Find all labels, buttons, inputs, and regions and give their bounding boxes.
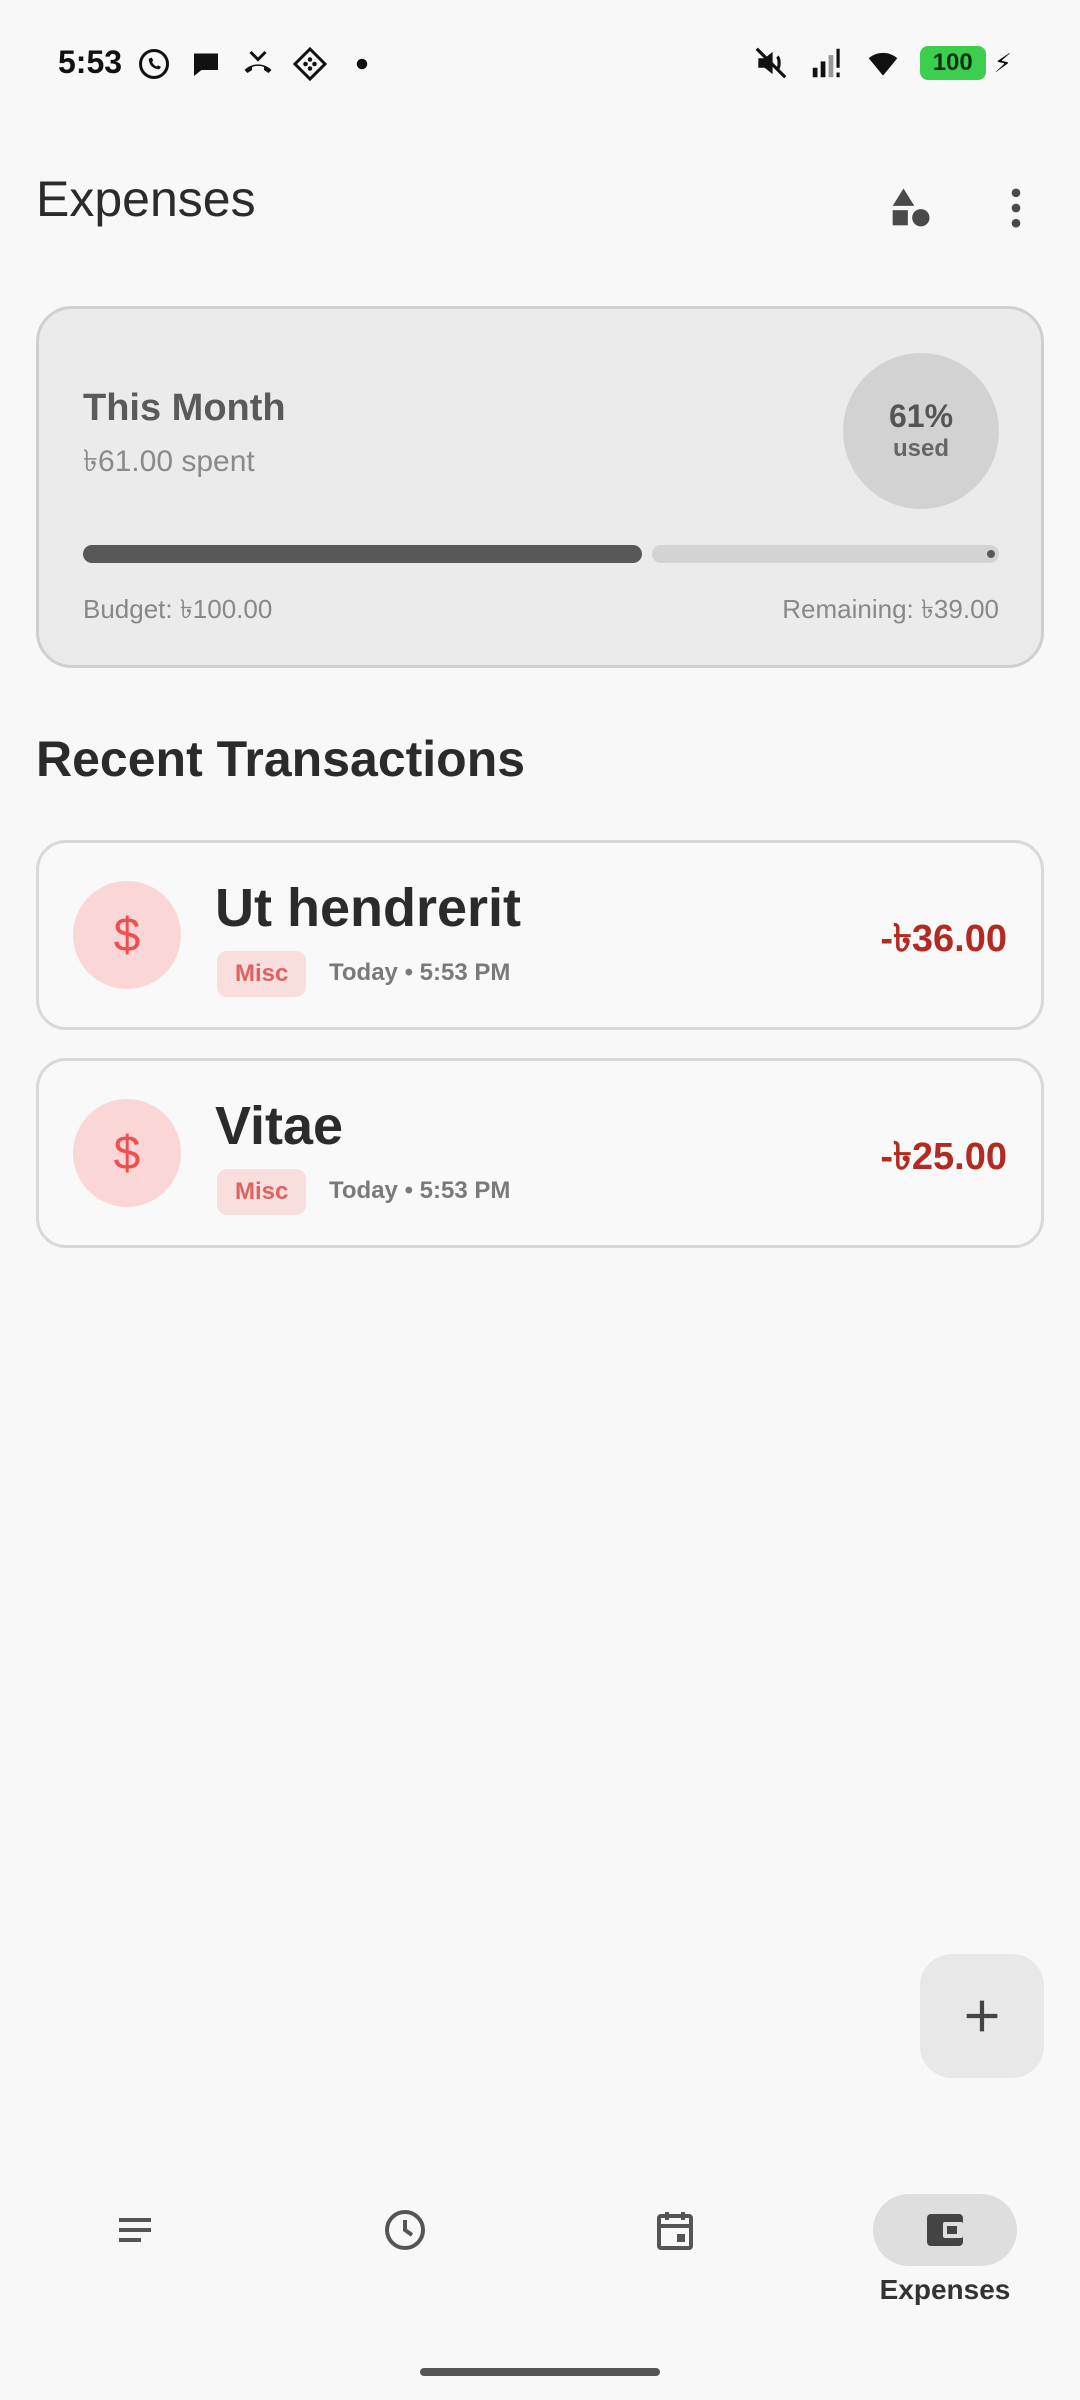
budget-usage-circle: 61% used [843,353,999,509]
mute-icon [755,47,787,79]
add-expense-button[interactable] [920,1954,1044,2078]
whatsapp-icon [139,49,169,79]
budget-remaining: Remaining: ৳39.00 [782,594,999,624]
system-icons: 100 ⚡ [752,44,1012,82]
budget-summary-card[interactable]: This Month ৳61.00 spent 61% used Budget:… [36,306,1044,668]
chat-bubble-icon [194,53,218,76]
nav-label-expenses: Expenses [879,2274,1011,2305]
nav-item-notes[interactable] [0,2170,270,2320]
category-tag: Misc [217,1169,307,1215]
nav-icon-container [63,2194,207,2266]
signal-icon [812,48,840,78]
notification-icons [136,46,380,82]
home-indicator[interactable] [420,2368,660,2376]
budget-percent-caption: used [892,434,949,462]
category-tag: Misc [217,951,307,997]
nav-icon-container [603,2194,747,2266]
nav-icon-container [333,2194,477,2266]
wifi-icon [868,52,897,76]
transaction-card[interactable]: $ Vitae Misc Today • 5:53 PM -৳25.00 [36,1058,1044,1248]
bottom-navigation: Expenses [0,2170,1080,2320]
expenses-screen: 5:53 100 ⚡ Expenses This Month ৳61.00 sp… [0,0,1080,2400]
more-vert-icon [1011,188,1021,228]
dot-icon [356,58,368,70]
clock-icon [385,2210,425,2250]
transaction-amount: -৳25.00 [880,1136,1007,1178]
nav-item-calendar[interactable] [540,2170,810,2320]
budget-spent-amount: ৳61.00 spent [83,445,255,478]
transaction-name: Vitae [215,1096,344,1156]
categories-icon [892,188,930,227]
dollar-icon: $ [73,1099,181,1207]
dotted-diamond-icon [292,46,328,82]
budget-period-title: This Month [83,387,286,429]
nav-item-expenses[interactable]: Expenses [810,2170,1080,2320]
more-options-button[interactable] [976,168,1056,248]
wallet-icon [927,2214,963,2246]
categories-button[interactable] [870,168,950,248]
battery-icon: 100 [919,46,986,80]
page-title: Expenses [36,171,256,227]
notes-icon [119,2218,151,2242]
progress-track [652,545,999,563]
budget-percent: 61% [888,398,954,435]
app-bar: Expenses [0,160,1080,260]
budget-total: Budget: ৳100.00 [83,594,273,624]
progress-end-dot [987,550,995,558]
status-time: 5:53 [58,44,123,80]
recent-transactions-title: Recent Transactions [36,731,526,787]
charging-icon: ⚡ [993,47,1012,78]
transaction-time: Today • 5:53 PM [329,1177,511,1204]
budget-progress-bar [83,545,999,563]
transaction-name: Ut hendrerit [215,878,522,938]
transaction-time: Today • 5:53 PM [329,959,511,986]
transaction-card[interactable]: $ Ut hendrerit Misc Today • 5:53 PM -৳36… [36,840,1044,1030]
missed-call-icon [244,50,272,73]
transaction-amount: -৳36.00 [880,918,1007,960]
nav-icon-container [873,2194,1017,2266]
battery-level: 100 [932,49,973,76]
dollar-icon: $ [73,881,181,989]
nav-item-history[interactable] [270,2170,540,2320]
progress-fill [83,545,642,563]
status-bar: 5:53 100 ⚡ [0,0,1080,130]
calendar-icon [657,2212,693,2250]
add-icon [966,2000,998,2032]
